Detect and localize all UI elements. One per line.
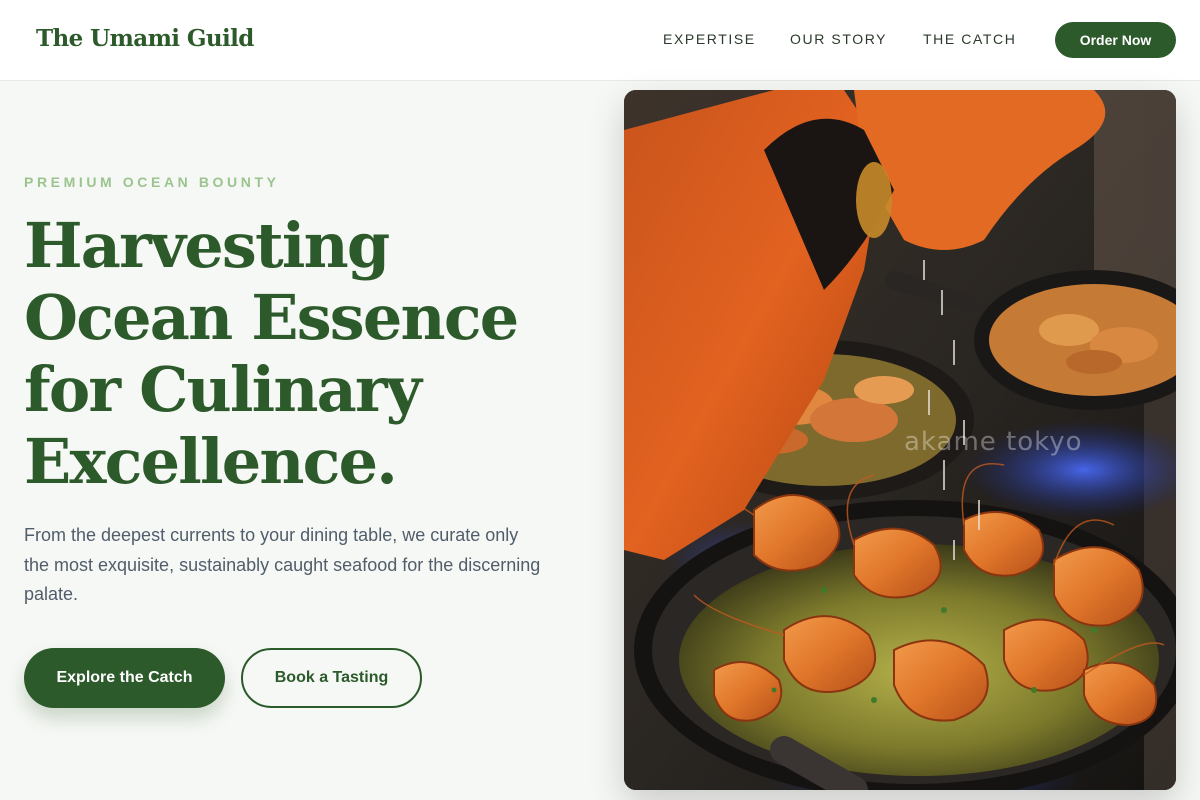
nav-link-our-story[interactable]: OUR STORY bbox=[790, 31, 887, 47]
nav-link-expertise[interactable]: EXPERTISE bbox=[663, 31, 756, 47]
headline-line-3: for Culinary bbox=[24, 353, 422, 426]
brand-logo[interactable]: The Umami Guild bbox=[36, 25, 254, 52]
hero-lead-paragraph: From the deepest currents to your dining… bbox=[24, 525, 541, 604]
hero-eyebrow: PREMIUM OCEAN BOUNTY bbox=[24, 174, 280, 190]
headline-line-2: Ocean Essence bbox=[24, 281, 519, 354]
nav-link-the-catch[interactable]: THE CATCH bbox=[923, 31, 1016, 47]
explore-catch-button[interactable]: Explore the Catch bbox=[24, 648, 225, 708]
hero-image-cooking-shrimp: akame tokyo bbox=[624, 90, 1176, 790]
headline-line-4: Excellence. bbox=[24, 425, 398, 498]
shrimp-pans-illustration: akame tokyo bbox=[624, 90, 1176, 790]
image-watermark: akame tokyo bbox=[904, 427, 1083, 457]
headline-line-1: Harvesting bbox=[24, 209, 390, 282]
order-now-button[interactable]: Order Now bbox=[1055, 22, 1176, 58]
site-header: The Umami Guild EXPERTISE OUR STORY THE … bbox=[0, 0, 1200, 81]
book-tasting-button[interactable]: Book a Tasting bbox=[241, 648, 422, 708]
hero-headline: Harvesting Ocean Essence for Culinary Ex… bbox=[24, 210, 584, 498]
